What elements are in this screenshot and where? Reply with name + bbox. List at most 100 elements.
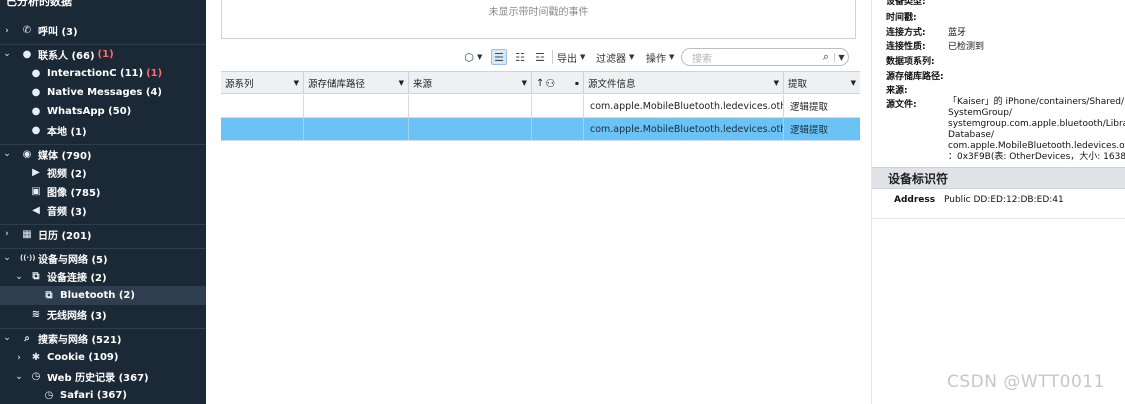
- divider: [872, 218, 1125, 219]
- sidebar-item-devices-network[interactable]: ⌄ ((·)) 设备与网络 (5): [0, 248, 206, 267]
- native-messages-icon: ●: [31, 87, 41, 98]
- sidebar-item-media[interactable]: ⌄ ◉ 媒体 (790): [0, 144, 206, 163]
- chevron-right-icon[interactable]: ›: [2, 26, 12, 36]
- sidebar-item-device-connections[interactable]: ⌄ ⧉ 设备连接 (2): [0, 267, 206, 286]
- audio-icon: ◀: [32, 205, 40, 216]
- chevron-down-icon[interactable]: ⌄: [2, 49, 12, 59]
- chevron-down-icon[interactable]: ⌄: [2, 253, 12, 263]
- sidebar-item-label: WhatsApp (50): [47, 106, 132, 117]
- column-label: 源存储库路径: [308, 79, 366, 90]
- table-cell: com.apple.MobileBluetooth.ledevices.othe…: [584, 95, 784, 117]
- column-header-source-path[interactable]: 源存储库路径 ▼: [304, 72, 409, 94]
- sidebar-item-bluetooth[interactable]: ⧉ Bluetooth (2): [0, 286, 206, 305]
- table-cell: [221, 118, 304, 140]
- sidebar-item-wifi[interactable]: ≋ 无线网络 (3): [0, 305, 206, 324]
- property-row: 连接方式: 蓝牙: [886, 25, 966, 38]
- sidebar-item-calendar[interactable]: › ▦ 日历 (201): [0, 224, 206, 243]
- cookie-icon: ✱: [31, 352, 41, 363]
- property-row: 连接性质: 已检测到: [886, 39, 984, 52]
- view-list-button[interactable]: ☰: [491, 48, 507, 66]
- source-file-line: com.apple.MobileBluetooth.ledevices.othe…: [948, 141, 1125, 151]
- chevron-down-icon[interactable]: ⌄: [2, 333, 12, 343]
- sidebar-item-native-messages[interactable]: ● Native Messages (4): [0, 83, 206, 102]
- property-row: 来源:: [886, 83, 948, 96]
- sidebar-item-contacts[interactable]: ⌄ ● 联系人 (66) (1): [0, 44, 206, 63]
- sidebar-item-video[interactable]: ▶ 视频 (2): [0, 163, 206, 182]
- sidebar-item-interactionc[interactable]: ● InteractionC (11) (1): [0, 64, 206, 83]
- tree-view-icon: ☲: [535, 50, 545, 64]
- chevron-down-icon[interactable]: ▼: [399, 79, 404, 87]
- tag-icon: ⬡: [464, 50, 474, 64]
- chevron-down-icon[interactable]: ▼: [851, 79, 856, 87]
- sidebar-item-label: 设备连接 (2): [47, 273, 107, 284]
- tag-button[interactable]: ⬡ ▼: [461, 48, 482, 66]
- chevron-right-icon[interactable]: ›: [14, 353, 24, 363]
- property-key: 时间戳:: [886, 13, 917, 23]
- address-key: Address: [894, 195, 936, 205]
- sidebar-item-web-history[interactable]: ⌄ ◷ Web 历史记录 (367): [0, 367, 206, 386]
- sidebar-item-local[interactable]: ● 本地 (1): [0, 121, 206, 140]
- interactionc-icon: ●: [31, 68, 41, 79]
- column-header-extraction[interactable]: 提取 ▼: [784, 72, 860, 94]
- address-row: Address Public DD:ED:12:DB:ED:41: [894, 195, 1064, 205]
- search-box[interactable]: 搜索 ⌕ ▼: [681, 48, 849, 66]
- video-icon: ▶: [32, 167, 40, 178]
- column-header-source-file-info[interactable]: 源文件信息 ▼: [584, 72, 784, 94]
- wifi-icon: ≋: [31, 309, 41, 320]
- chevron-down-icon[interactable]: ⌄: [2, 149, 12, 159]
- sidebar-item-audio[interactable]: ◀ 音频 (3): [0, 201, 206, 220]
- table-row[interactable]: com.apple.MobileBluetooth.ledevices.othe…: [221, 118, 860, 141]
- property-key: 数据项系列:: [886, 57, 935, 67]
- center-pane: 未显示带时间戳的事件 ⬡ ▼ ☰ ☷ ☲ 导出 ▼ 过滤器 ▼ 操作 ▼ 搜索 …: [206, 0, 871, 404]
- property-key: 设备类型:: [886, 0, 926, 7]
- view-tree-button[interactable]: ☲: [532, 48, 548, 66]
- unread-count-badge: (1): [146, 68, 163, 79]
- column-header-origin[interactable]: 来源 ▼: [409, 72, 532, 94]
- export-label: 导出: [557, 53, 577, 65]
- sidebar-item-label: 无线网络 (3): [47, 311, 107, 322]
- sidebar-item-calls[interactable]: › ✆ 呼叫 (3): [0, 21, 206, 40]
- property-key: 连接性质:: [886, 42, 926, 52]
- chevron-down-icon[interactable]: ⌄: [14, 272, 24, 282]
- sidebar-item-whatsapp[interactable]: ● WhatsApp (50): [0, 102, 206, 121]
- view-checklist-button[interactable]: ☷: [512, 48, 528, 66]
- property-row: 源存储库路径:: [886, 69, 948, 82]
- table-cell: com.apple.MobileBluetooth.ledevices.othe…: [584, 118, 784, 140]
- table-cell: 逻辑提取: [790, 102, 829, 113]
- sidebar: 已分析的数据 › ✆ 呼叫 (3) ⌄ ● 联系人 (66) (1) ● Interaction…: [0, 0, 206, 404]
- export-menu[interactable]: 导出 ▼: [557, 48, 585, 66]
- source-file-line: 「Kaiser」的 iPhone/containers/Shared/: [948, 97, 1125, 107]
- chevron-down-icon[interactable]: ▪: [575, 80, 579, 87]
- actions-label: 操作: [646, 53, 666, 65]
- sidebar-item-cookie[interactable]: › ✱ Cookie (109): [0, 348, 206, 367]
- chevron-down-icon[interactable]: ▼: [294, 79, 299, 87]
- column-header-user[interactable]: ↑ ⚇ ▪: [532, 72, 584, 94]
- watermark: CSDN @WTT0011: [947, 372, 1105, 392]
- sidebar-item-label: 设备与网络 (5): [38, 254, 108, 266]
- sidebar-item-label: Bluetooth (2): [60, 290, 135, 301]
- chevron-down-icon[interactable]: ⌄: [14, 372, 24, 382]
- chevron-down-icon[interactable]: ▼: [774, 79, 779, 87]
- whatsapp-icon: ●: [31, 106, 41, 117]
- property-key: 源存储库路径:: [886, 72, 944, 82]
- column-header-source-series[interactable]: 源系列 ▼: [221, 72, 304, 94]
- property-row: 源文件:: [886, 97, 948, 110]
- search-icon[interactable]: ⌕: [818, 50, 834, 64]
- sidebar-item-search-web[interactable]: ⌄ ⌕ 搜索与网络 (521): [0, 328, 206, 347]
- sidebar-item-label: 联系人 (66): [38, 50, 95, 62]
- chevron-down-icon[interactable]: ▼: [522, 79, 527, 87]
- toolbar-divider: [552, 50, 553, 64]
- table-cell: [304, 95, 409, 117]
- chevron-right-icon[interactable]: ›: [2, 229, 12, 239]
- device-identifier-section-header[interactable]: 设备标识符: [872, 167, 1125, 189]
- property-value: 已检测到: [948, 42, 985, 52]
- property-key: 连接方式:: [886, 28, 926, 38]
- actions-menu[interactable]: 操作 ▼: [646, 48, 674, 66]
- sidebar-item-safari[interactable]: ◷ Safari (367): [0, 386, 206, 404]
- search-input[interactable]: 搜索: [682, 50, 818, 65]
- search-options-chevron-icon[interactable]: ▼: [834, 52, 848, 62]
- sidebar-item-images[interactable]: ▣ 图像 (785): [0, 182, 206, 201]
- sidebar-item-label: 日历 (201): [38, 230, 92, 242]
- table-row[interactable]: com.apple.MobileBluetooth.ledevices.othe…: [221, 95, 860, 118]
- filter-menu[interactable]: 过滤器 ▼: [596, 48, 634, 66]
